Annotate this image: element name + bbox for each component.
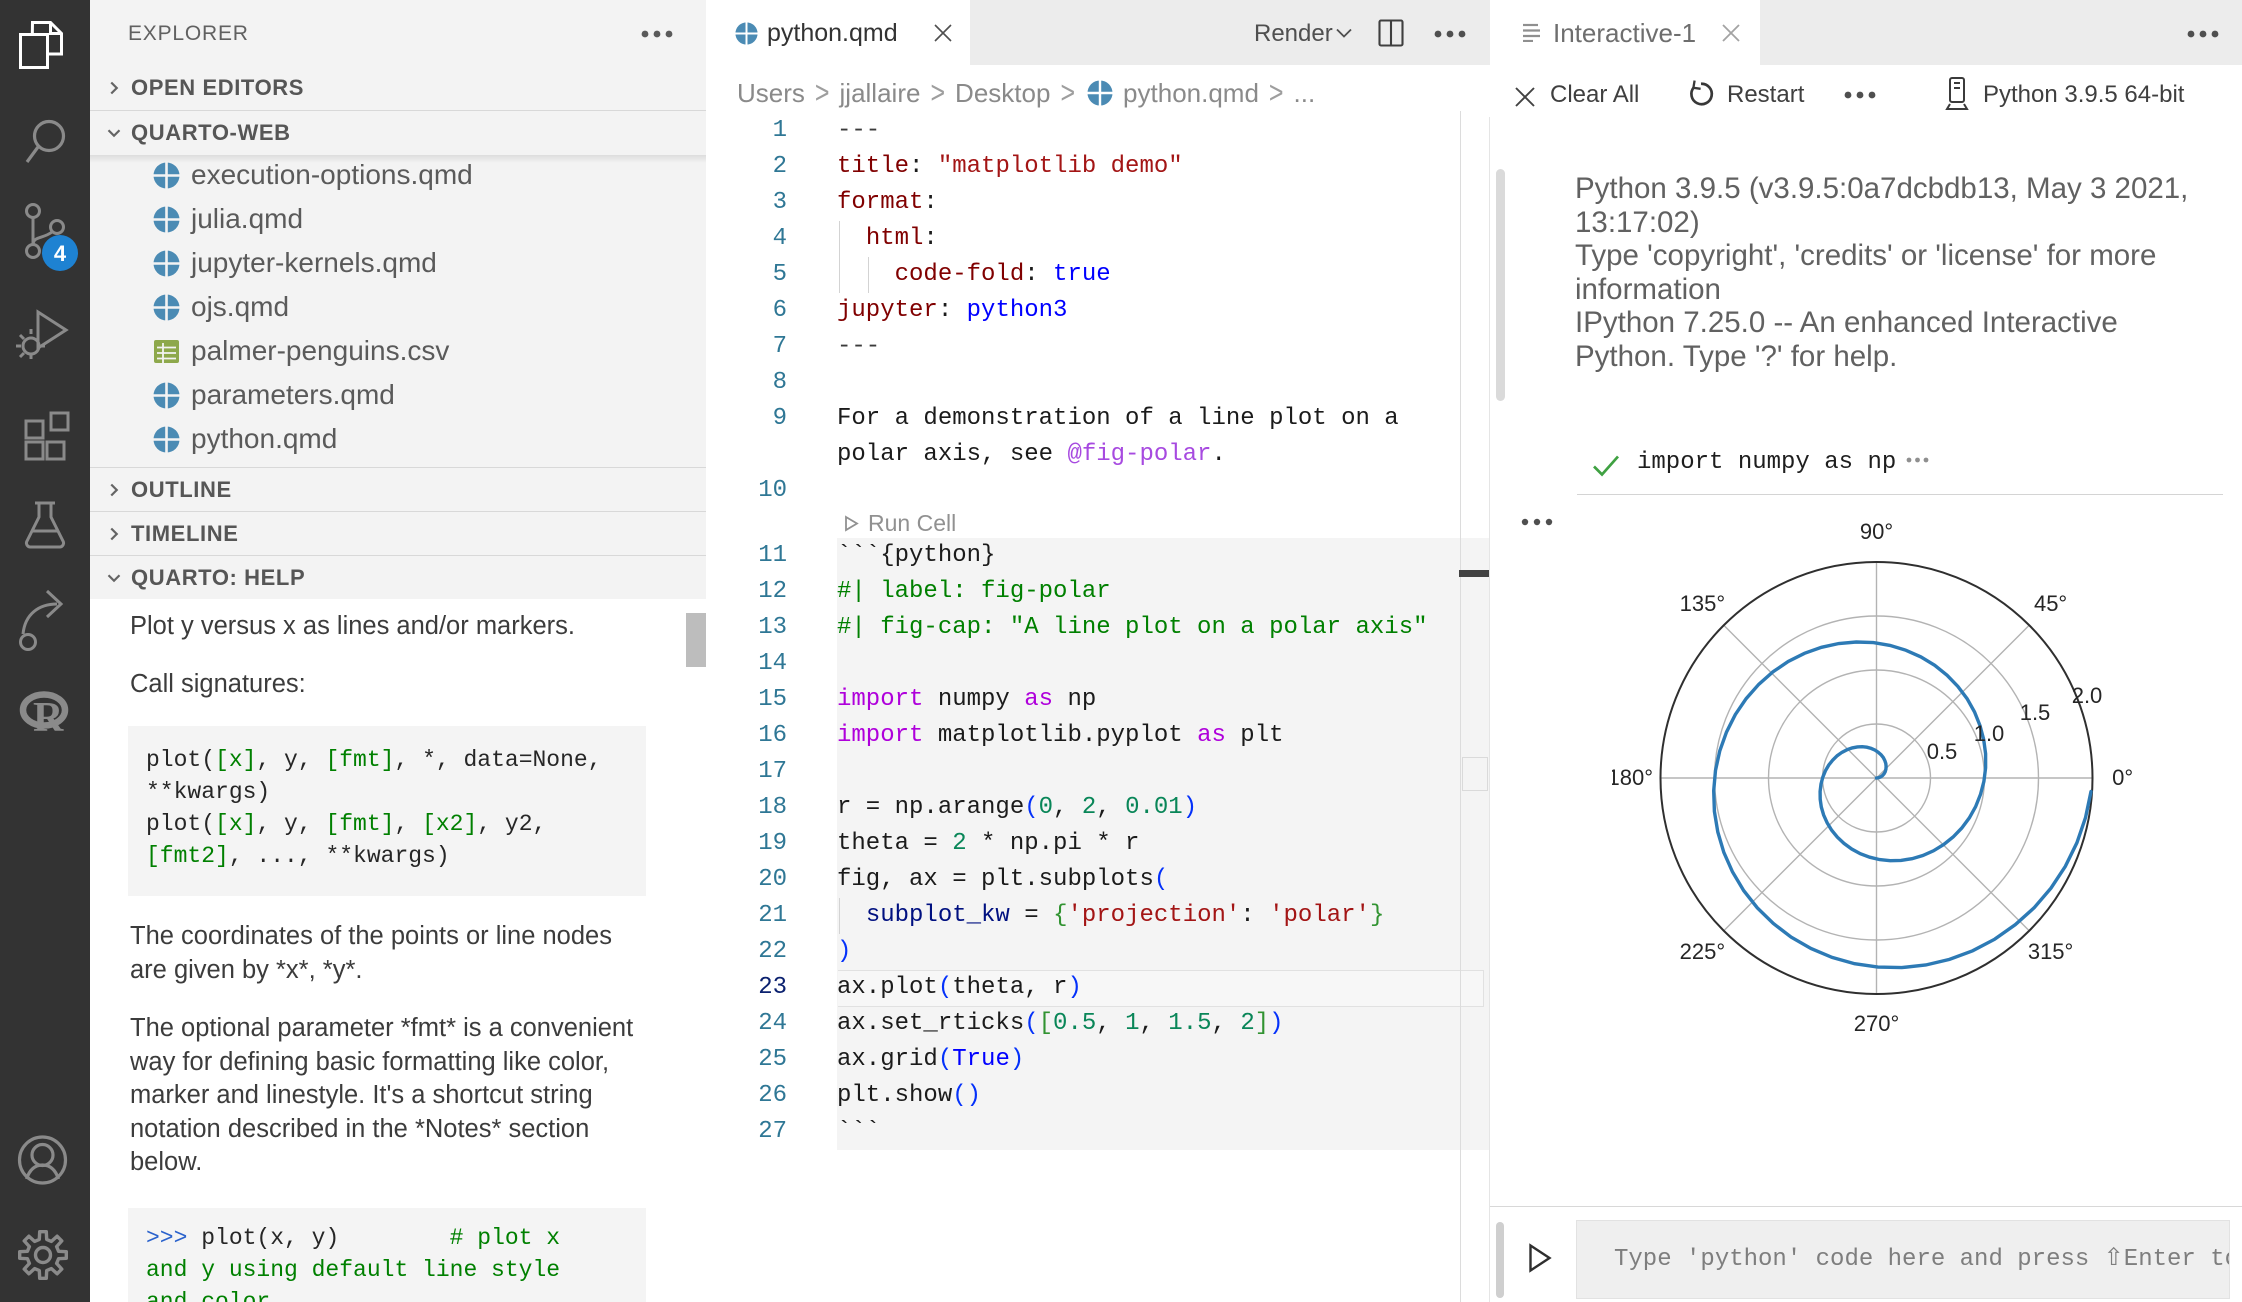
- svg-text:45°: 45°: [2034, 591, 2067, 616]
- svg-text:2.0: 2.0: [2072, 683, 2103, 708]
- svg-text:315°: 315°: [2028, 939, 2074, 964]
- svg-text:1.5: 1.5: [2020, 700, 2051, 725]
- svg-text:270°: 270°: [1854, 1011, 1900, 1036]
- svg-text:180°: 180°: [1612, 765, 1653, 790]
- svg-text:0.5: 0.5: [1927, 739, 1958, 764]
- svg-text:225°: 225°: [1680, 939, 1726, 964]
- svg-text:135°: 135°: [1680, 591, 1726, 616]
- svg-text:R: R: [33, 695, 64, 741]
- svg-text:90°: 90°: [1860, 519, 1893, 544]
- svg-text:0°: 0°: [2112, 765, 2133, 790]
- svg-text:4: 4: [54, 241, 67, 266]
- svg-text:1.0: 1.0: [1974, 721, 2005, 746]
